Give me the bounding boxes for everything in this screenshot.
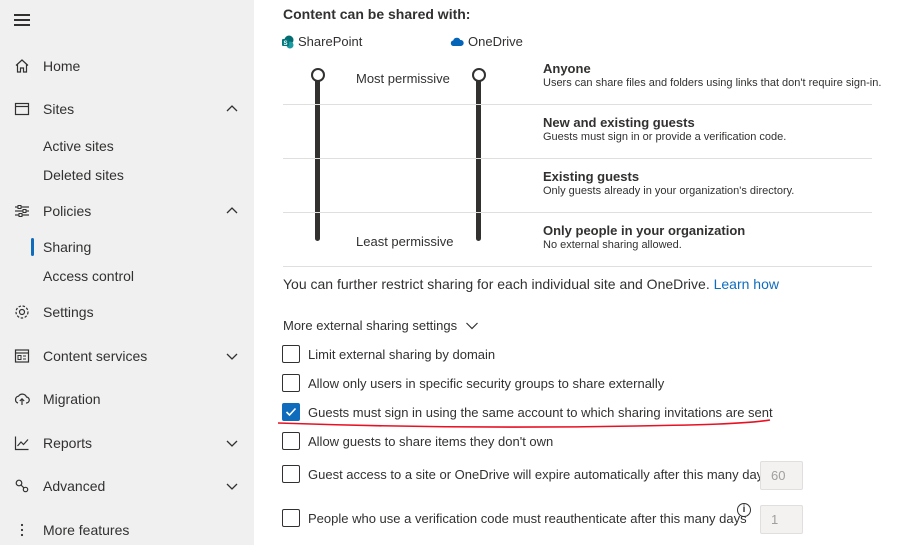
nav-label: Reports <box>43 435 93 451</box>
policies-icon <box>14 203 30 219</box>
level-anyone: Anyone Users can share files and folders… <box>543 61 881 89</box>
sites-icon <box>14 101 30 117</box>
nav-label: Sharing <box>43 239 92 255</box>
chevron-up-icon[interactable] <box>225 102 239 116</box>
nav-label: Advanced <box>43 478 106 494</box>
advanced-icon <box>14 478 30 494</box>
restrict-info-label: You can further restrict sharing for eac… <box>283 276 710 292</box>
nav-item-reports[interactable]: Reports <box>0 429 254 457</box>
level-new-existing-guests: New and existing guests Guests must sign… <box>543 115 786 143</box>
onedrive-cloud-icon <box>450 37 464 46</box>
level-title: Only people in your organization <box>543 223 746 238</box>
divider <box>283 104 872 105</box>
level-title: New and existing guests <box>543 115 695 130</box>
divider <box>283 212 872 213</box>
section-title: Content can be shared with: <box>283 6 471 22</box>
sharepoint-icon: S <box>282 35 294 48</box>
divider <box>283 266 872 267</box>
reauth-days-input[interactable]: 1 <box>760 505 803 534</box>
option-guests-share[interactable]: Allow guests to share items they don't o… <box>282 432 553 450</box>
option-label: Guest access to a site or OneDrive will … <box>308 466 770 482</box>
checkbox[interactable] <box>282 465 300 483</box>
sharepoint-label: SharePoint <box>298 34 363 49</box>
most-permissive-label: Most permissive <box>356 71 450 86</box>
red-annotation-underline <box>277 419 771 428</box>
nav-label: Access control <box>43 268 135 284</box>
checkbox[interactable] <box>282 432 300 450</box>
level-description: Guests must sign in or provide a verific… <box>543 131 787 143</box>
checkbox[interactable] <box>282 374 300 392</box>
onedrive-header: OneDrive <box>450 34 523 49</box>
level-title: Existing guests <box>543 169 640 184</box>
more-settings-toggle[interactable]: More external sharing settings <box>283 318 479 333</box>
more-settings-label: More external sharing settings <box>283 318 458 333</box>
option-label: Allow guests to share items they don't o… <box>308 433 554 449</box>
restrict-info-text: You can further restrict sharing for eac… <box>283 276 779 292</box>
sharepoint-header: S SharePoint <box>282 34 362 49</box>
level-existing-guests: Existing guests Only guests already in y… <box>543 169 794 197</box>
nav-label: Policies <box>43 203 92 219</box>
onedrive-slider-track[interactable] <box>476 73 481 241</box>
sharepoint-slider-track[interactable] <box>315 73 320 241</box>
option-guest-expire[interactable]: Guest access to a site or OneDrive will … <box>282 465 770 483</box>
nav-label: More features <box>43 522 130 538</box>
expire-days-input[interactable]: 60 <box>760 461 803 490</box>
learn-how-link[interactable]: Learn how <box>714 276 779 292</box>
level-only-organization: Only people in your organization No exte… <box>543 223 745 251</box>
nav-label: Sites <box>43 101 75 117</box>
nav-label: Active sites <box>43 138 114 154</box>
nav-label: Content services <box>43 348 148 364</box>
level-description: Only guests already in your organization… <box>543 185 795 197</box>
main-content: Content can be shared with: S SharePoint… <box>254 0 900 545</box>
chevron-down-icon[interactable] <box>225 479 239 493</box>
checkbox[interactable] <box>282 345 300 363</box>
divider <box>283 158 872 159</box>
reports-icon <box>14 435 30 451</box>
checkbox[interactable] <box>282 509 300 527</box>
nav-item-sites[interactable]: Sites <box>0 95 254 123</box>
nav-item-advanced[interactable]: Advanced <box>0 472 254 500</box>
nav-label: Deleted sites <box>43 167 124 183</box>
migration-icon <box>14 391 30 407</box>
chevron-down-icon[interactable] <box>225 349 239 363</box>
info-icon[interactable]: i <box>737 503 751 517</box>
sharepoint-slider-handle[interactable] <box>311 68 325 82</box>
chevron-up-icon[interactable] <box>225 204 239 218</box>
nav-item-migration[interactable]: Migration <box>0 385 254 413</box>
least-permissive-label: Least permissive <box>356 234 454 249</box>
gear-icon <box>14 304 30 320</box>
chevron-down-icon[interactable] <box>225 436 239 450</box>
nav-item-policies[interactable]: Policies <box>0 197 254 225</box>
chevron-down-icon <box>466 322 479 329</box>
nav-item-settings[interactable]: Settings <box>0 298 254 326</box>
nav-item-home[interactable]: Home <box>0 52 254 80</box>
more-vertical-icon <box>14 522 30 538</box>
nav-item-content-services[interactable]: Content services <box>0 342 254 370</box>
hamburger-menu-icon[interactable] <box>14 14 30 28</box>
option-limit-domain[interactable]: Limit external sharing by domain <box>282 345 495 363</box>
level-description: No external sharing allowed. <box>543 239 682 251</box>
home-icon <box>14 58 30 74</box>
onedrive-slider-handle[interactable] <box>472 68 486 82</box>
nav-item-access-control[interactable]: Access control <box>0 262 254 290</box>
nav-item-sharing[interactable]: Sharing <box>0 233 254 261</box>
nav-label: Home <box>43 58 81 74</box>
nav-item-active-sites[interactable]: Active sites <box>0 132 254 160</box>
left-nav: Home Sites Active sites Deleted sites Po… <box>0 0 254 545</box>
nav-label: Settings <box>43 304 94 320</box>
onedrive-label: OneDrive <box>468 34 523 49</box>
level-description: Users can share files and folders using … <box>543 77 882 89</box>
option-label: Limit external sharing by domain <box>308 346 496 362</box>
nav-item-deleted-sites[interactable]: Deleted sites <box>0 161 254 189</box>
content-services-icon <box>14 348 30 364</box>
svg-text:S: S <box>283 40 287 46</box>
level-title: Anyone <box>543 61 591 76</box>
option-reauthenticate[interactable]: People who use a verification code must … <box>282 509 747 527</box>
option-label: People who use a verification code must … <box>308 510 747 526</box>
nav-label: Migration <box>43 391 101 407</box>
option-security-groups[interactable]: Allow only users in specific security gr… <box>282 374 664 392</box>
nav-item-more-features[interactable]: More features <box>0 516 254 544</box>
option-label: Allow only users in specific security gr… <box>308 375 665 391</box>
